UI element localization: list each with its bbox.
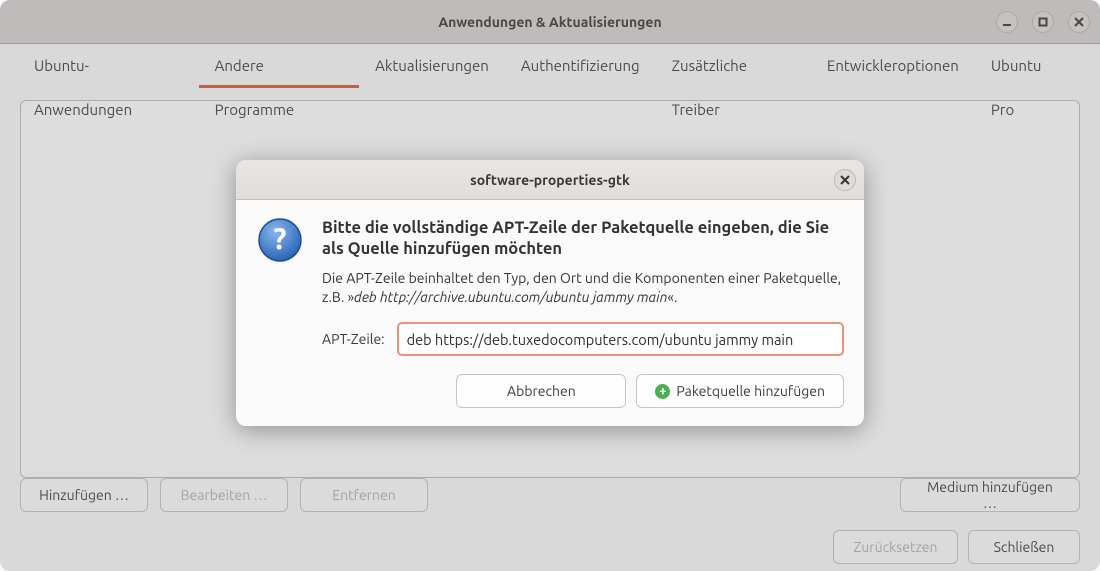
add-source-button-label: Paketquelle hinzufügen	[676, 383, 825, 399]
dialog-body: ? Bitte die vollständige APT-Zeile der P…	[236, 200, 864, 426]
dialog-description-example: deb http://archive.ubuntu.com/ubuntu jam…	[354, 289, 667, 305]
question-icon: ?	[256, 216, 304, 264]
apt-line-input[interactable]	[397, 322, 844, 356]
dialog-close-button[interactable]	[834, 169, 856, 191]
main-window: Anwendungen & Aktualisierungen Ubuntu-An…	[0, 0, 1100, 571]
apt-line-label: APT-Zeile:	[322, 331, 385, 347]
apt-line-row: APT-Zeile:	[322, 322, 844, 356]
plus-icon: +	[655, 384, 670, 399]
dialog-titlebar: software-properties-gtk	[236, 160, 864, 200]
add-source-button[interactable]: + Paketquelle hinzufügen	[636, 374, 844, 408]
cancel-button[interactable]: Abbrechen	[456, 374, 626, 408]
add-source-dialog: software-properties-gtk ?	[236, 160, 864, 426]
svg-text:?: ?	[273, 221, 286, 255]
dialog-heading: Bitte die vollständige APT-Zeile der Pak…	[322, 218, 844, 261]
dialog-title: software-properties-gtk	[470, 172, 630, 188]
dialog-description-post: «.	[667, 289, 677, 305]
dialog-content: Bitte die vollständige APT-Zeile der Pak…	[322, 216, 844, 408]
dialog-actions: Abbrechen + Paketquelle hinzufügen	[322, 374, 844, 408]
close-icon	[840, 175, 850, 185]
dialog-description: Die APT-Zeile beinhaltet den Typ, den Or…	[322, 269, 844, 308]
